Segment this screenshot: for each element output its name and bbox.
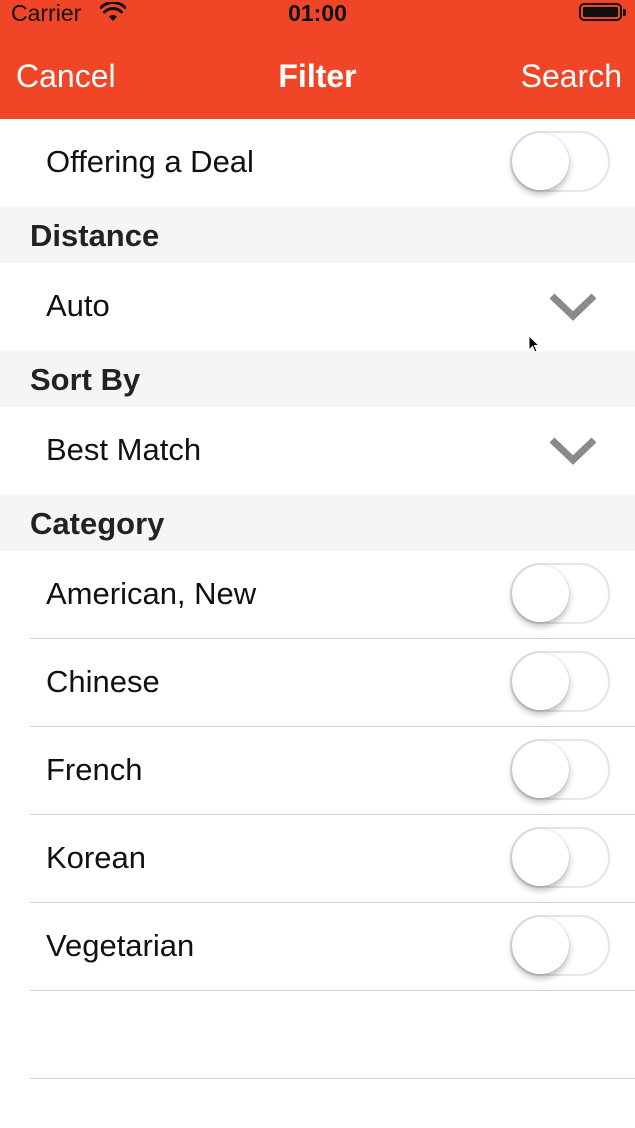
battery-icon (579, 3, 622, 21)
category-switch[interactable] (510, 915, 610, 976)
chevron-down-icon[interactable] (548, 435, 598, 467)
switch-knob (512, 741, 569, 798)
sort-row[interactable]: Best Match (0, 407, 635, 495)
sort-header-label: Sort By (30, 362, 141, 397)
category-row: Chinese (0, 639, 635, 726)
category-label: Korean (46, 840, 146, 875)
filter-screen: Carrier 01:00 Cancel Filter Search Offer… (0, 0, 635, 1128)
distance-value: Auto (46, 288, 110, 323)
category-switch[interactable] (510, 827, 610, 888)
switch-knob (512, 829, 569, 886)
search-button[interactable]: Search (521, 57, 622, 95)
battery-tip (623, 9, 626, 16)
category-section-header: Category (0, 495, 635, 551)
status-time: 01:00 (288, 0, 347, 26)
header-bar: Carrier 01:00 Cancel Filter Search (0, 0, 635, 119)
sort-section-header: Sort By (0, 351, 635, 407)
category-header-label: Category (30, 506, 165, 541)
chevron-down-icon[interactable] (548, 291, 598, 323)
navigation-bar: Cancel Filter Search (0, 30, 635, 119)
deal-row: Offering a Deal (0, 119, 635, 207)
status-bar: Carrier 01:00 (0, 0, 635, 30)
category-label: American, New (46, 576, 257, 611)
category-label: Chinese (46, 664, 160, 699)
category-row: French (0, 727, 635, 814)
switch-knob (512, 917, 569, 974)
sort-value: Best Match (46, 432, 202, 467)
category-label: French (46, 752, 143, 787)
mouse-cursor-icon (528, 335, 541, 353)
category-switch[interactable] (510, 739, 610, 800)
category-switch[interactable] (510, 651, 610, 712)
category-row: Korean (0, 815, 635, 902)
deal-switch[interactable] (510, 131, 610, 192)
row-separator (30, 990, 635, 991)
distance-header-label: Distance (30, 218, 160, 253)
category-row: Vegetarian (0, 903, 635, 990)
row-separator (30, 1078, 635, 1079)
category-switch[interactable] (510, 563, 610, 624)
switch-knob (512, 653, 569, 710)
switch-knob (512, 565, 569, 622)
category-label: Vegetarian (46, 928, 195, 963)
switch-knob (512, 133, 569, 190)
deal-label: Offering a Deal (46, 144, 254, 179)
distance-section-header: Distance (0, 207, 635, 263)
category-row: American, New (0, 551, 635, 638)
